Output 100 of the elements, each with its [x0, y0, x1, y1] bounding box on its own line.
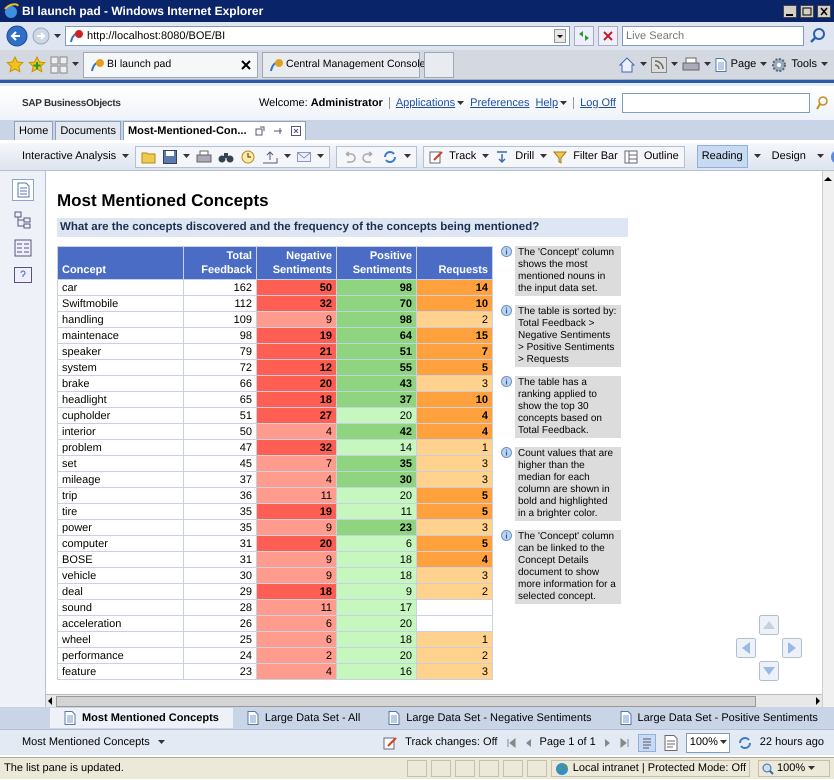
help-panel-icon[interactable]	[14, 267, 32, 283]
mode-tab[interactable]: Reading	[696, 145, 748, 168]
toolbar-button[interactable]: Filter Bar	[573, 148, 618, 165]
caret-icon[interactable]	[122, 154, 130, 159]
zoom-field[interactable]: 100%	[686, 732, 730, 752]
caret-icon[interactable]	[754, 154, 761, 159]
refresh-icon[interactable]	[574, 26, 594, 46]
document-icon[interactable]	[388, 711, 400, 725]
sheet-tab[interactable]: Large Data Set - Negative Sentiments	[374, 708, 606, 728]
table-cell: 2	[416, 584, 492, 600]
mail-icon[interactable]	[297, 150, 312, 162]
stop-icon[interactable]	[598, 26, 618, 46]
scroll-left-icon[interactable]	[46, 696, 54, 706]
page-menu[interactable]: Page	[730, 56, 756, 73]
track-changes-icon[interactable]	[383, 736, 398, 750]
tree-structure-icon[interactable]	[14, 211, 32, 229]
caret-icon[interactable]	[670, 62, 678, 67]
sheet-tab[interactable]: Most Mentioned Concepts	[50, 708, 233, 728]
first-page-icon[interactable]	[506, 738, 516, 748]
save-icon[interactable]	[163, 150, 178, 164]
caret-icon[interactable]	[816, 154, 824, 159]
refresh-icon[interactable]	[382, 150, 398, 164]
header-link[interactable]: Preferences	[470, 94, 530, 112]
caret-icon[interactable]	[317, 154, 324, 159]
close-icon[interactable]	[290, 126, 301, 136]
add-favorite-icon[interactable]	[28, 56, 46, 74]
document-tab[interactable]: Home	[14, 121, 54, 140]
export-icon[interactable]	[262, 150, 278, 164]
header-link[interactable]: Applications	[396, 94, 456, 112]
refresh-icon[interactable]	[738, 736, 752, 750]
feed-icon[interactable]	[650, 56, 667, 72]
toolbar-button[interactable]: Track	[449, 148, 476, 165]
sap-logo: SAP BusinessObjects	[22, 96, 121, 110]
page-view-icon[interactable]	[638, 734, 656, 752]
caret-icon[interactable]	[404, 154, 412, 159]
document-icon[interactable]	[620, 711, 632, 725]
pop-out-icon[interactable]	[254, 126, 265, 136]
document-tab[interactable]: Documents	[55, 121, 121, 140]
minimize-icon[interactable]	[783, 4, 797, 18]
caret-icon[interactable]	[704, 62, 711, 67]
toolbar-button[interactable]: Outline	[644, 148, 679, 165]
vertical-scrollbar[interactable]	[822, 171, 834, 707]
back-icon[interactable]	[6, 25, 28, 47]
caret-icon[interactable]	[540, 154, 548, 159]
gear-icon[interactable]	[771, 56, 788, 72]
input-controls-icon[interactable]	[14, 239, 32, 257]
close-tab-icon[interactable]	[241, 60, 251, 70]
search-field[interactable]	[622, 93, 810, 113]
document-icon[interactable]	[64, 711, 76, 725]
header-link[interactable]: Help	[535, 94, 558, 112]
caret-icon[interactable]	[183, 154, 190, 159]
print-icon[interactable]	[196, 150, 212, 164]
caret-icon[interactable]	[560, 100, 568, 106]
caret-icon[interactable]	[72, 62, 79, 67]
caret-icon[interactable]	[158, 740, 165, 745]
dropdown-icon[interactable]	[554, 29, 566, 43]
toolbar-button[interactable]: Drill	[515, 148, 534, 165]
tools-menu[interactable]: Tools	[791, 56, 817, 73]
zoom-icon[interactable]	[762, 762, 774, 774]
address-field[interactable]: http://localhost:8080/BOE/BI	[65, 26, 570, 46]
sheet-tab[interactable]: Large Data Set - All	[232, 708, 374, 728]
caret-icon[interactable]	[640, 62, 647, 67]
next-page-icon[interactable]	[604, 738, 612, 748]
document-icon[interactable]	[246, 711, 259, 725]
outline-icon[interactable]	[624, 150, 638, 164]
horizontal-scrollbar[interactable]	[46, 694, 822, 707]
mode-tab[interactable]: Design	[766, 145, 811, 168]
caret-icon[interactable]	[457, 100, 464, 106]
drill-down-icon[interactable]	[495, 150, 510, 164]
caret-icon[interactable]	[720, 740, 727, 745]
document-tab[interactable]: Most-Mentioned-Con...	[122, 121, 306, 140]
draft-view-icon[interactable]	[664, 734, 678, 750]
previous-page-icon[interactable]	[524, 738, 532, 748]
search-icon[interactable]	[816, 96, 828, 110]
funnel-icon[interactable]	[553, 150, 568, 164]
clock-icon[interactable]	[240, 150, 256, 164]
favorites-star-icon[interactable]	[6, 56, 24, 74]
app-menu[interactable]: Interactive Analysis	[22, 148, 116, 165]
maximize-icon[interactable]	[800, 4, 814, 18]
caret-icon[interactable]	[482, 154, 490, 159]
sheet-tab[interactable]: Large Data Set - Positive Sentiments	[606, 708, 832, 728]
report-selector[interactable]: Most Mentioned Concepts	[22, 734, 150, 751]
close-icon[interactable]	[817, 4, 831, 18]
caret-icon[interactable]	[760, 62, 768, 67]
home-icon[interactable]	[618, 56, 636, 74]
info-icon	[501, 246, 512, 258]
caret-icon[interactable]	[284, 154, 292, 159]
pin-icon[interactable]	[272, 126, 283, 136]
open-folder-icon[interactable]	[141, 150, 158, 164]
caret-icon[interactable]	[54, 34, 61, 38]
browser-tab[interactable]: BI launch pad	[83, 52, 258, 78]
pencil-icon[interactable]	[429, 150, 444, 164]
last-page-icon[interactable]	[620, 738, 630, 748]
caret-icon[interactable]	[808, 766, 816, 771]
print-icon[interactable]	[682, 56, 700, 72]
page-icon[interactable]	[714, 58, 727, 72]
header-link[interactable]: Log Off	[580, 94, 616, 112]
document-panel-icon[interactable]	[12, 179, 34, 201]
caret-icon[interactable]	[821, 62, 828, 67]
search-field[interactable]: Live Search	[622, 26, 804, 46]
